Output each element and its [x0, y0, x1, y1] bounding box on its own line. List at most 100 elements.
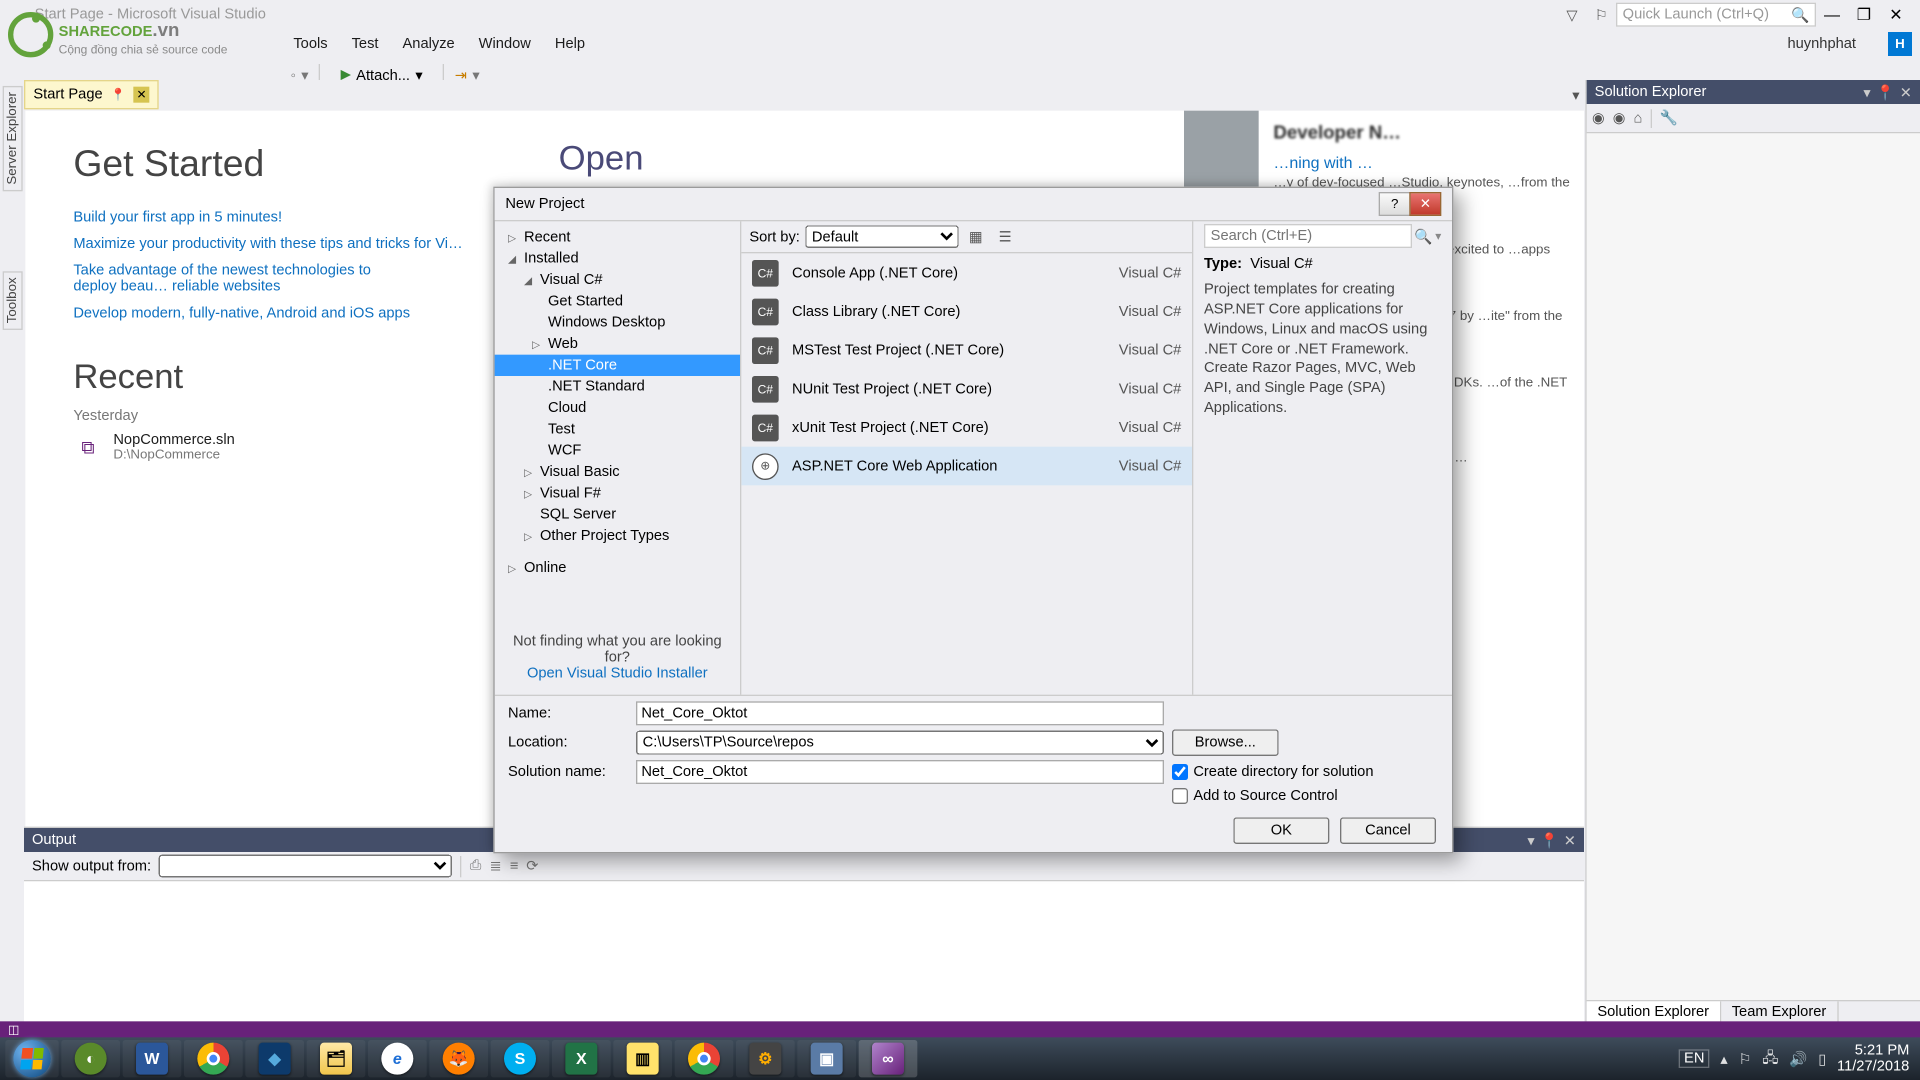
template-row[interactable]: C#MSTest Test Project (.NET Core)Visual …	[741, 331, 1192, 370]
tree-test[interactable]: Test	[495, 419, 740, 440]
tray-flag-icon[interactable]: ⚐	[1738, 1050, 1751, 1067]
browse-button[interactable]: Browse...	[1172, 729, 1279, 756]
recent-project[interactable]: ⧉ NopCommerce.sln D:\NopCommerce	[73, 432, 462, 463]
create-dir-checkbox[interactable]	[1172, 764, 1188, 780]
tree-windows-desktop[interactable]: Windows Desktop	[495, 312, 740, 333]
template-row[interactable]: C#Class Library (.NET Core)Visual C#	[741, 292, 1192, 331]
start-button[interactable]	[5, 1040, 58, 1077]
tree-net-core[interactable]: .NET Core	[495, 355, 740, 376]
menu-tools[interactable]: Tools	[293, 33, 327, 54]
taskbar-ie[interactable]: e	[368, 1040, 427, 1077]
pin-icon[interactable]: 📍	[1876, 83, 1894, 100]
add-scc-checkbox[interactable]	[1172, 788, 1188, 804]
output-toolbar-icon[interactable]: ≣	[489, 857, 501, 874]
solution-name-input[interactable]	[636, 760, 1164, 784]
pin-icon[interactable]: 📍	[1540, 831, 1558, 848]
taskbar-excel[interactable]: X	[552, 1040, 611, 1077]
tree-installed[interactable]: ◢Installed	[495, 248, 740, 269]
taskbar-chrome[interactable]	[675, 1040, 734, 1077]
output-toolbar-icon[interactable]: ≡	[510, 858, 519, 874]
tree-vcsharp[interactable]: ◢Visual C#	[495, 269, 740, 290]
tab-close-icon[interactable]: ✕	[134, 87, 150, 103]
search-icon[interactable]: 🔍	[1414, 227, 1432, 244]
location-select[interactable]: C:\Users\TP\Source\repos	[636, 731, 1164, 755]
project-name-input[interactable]	[636, 701, 1164, 725]
toolbox-tab[interactable]: Toolbox	[2, 271, 22, 330]
link-item[interactable]: Take advantage of the newest technologie…	[73, 263, 393, 295]
taskbar-app[interactable]: ◐	[61, 1040, 120, 1077]
tab-start-page[interactable]: Start Page 📍 ✕	[24, 80, 159, 109]
template-row[interactable]: ⊕ASP.NET Core Web ApplicationVisual C#	[741, 447, 1192, 486]
template-row[interactable]: C#Console App (.NET Core)Visual C#	[741, 253, 1192, 292]
taskbar-app[interactable]: ⚙	[736, 1040, 795, 1077]
open-installer-link[interactable]: Open Visual Studio Installer	[500, 665, 735, 681]
notifications-icon[interactable]: ▽	[1560, 3, 1584, 27]
menu-analyze[interactable]: Analyze	[402, 33, 454, 54]
template-row[interactable]: C#NUnit Test Project (.NET Core)Visual C…	[741, 369, 1192, 408]
taskbar-notes[interactable]: ▥	[613, 1040, 672, 1077]
sort-by-select[interactable]: Default	[805, 225, 958, 248]
taskbar-word[interactable]: W	[123, 1040, 182, 1077]
template-search-input[interactable]	[1204, 224, 1412, 248]
home-icon[interactable]: ⌂	[1634, 110, 1643, 126]
tray-network-icon[interactable]: 🖧	[1762, 1046, 1778, 1071]
quick-launch-input[interactable]: Quick Launch (Ctrl+Q) 🔍	[1616, 3, 1816, 27]
template-row[interactable]: C#xUnit Test Project (.NET Core)Visual C…	[741, 408, 1192, 447]
menu-help[interactable]: Help	[555, 33, 585, 54]
menu-test[interactable]: Test	[352, 33, 379, 54]
close-icon[interactable]: ✕	[1564, 831, 1576, 848]
close-icon[interactable]: ✕	[1900, 83, 1912, 100]
tree-recent[interactable]: ▷Recent	[495, 227, 740, 248]
dialog-close-button[interactable]: ✕	[1409, 192, 1441, 216]
taskbar-clock[interactable]: 5:21 PM 11/27/2018	[1837, 1043, 1909, 1075]
output-toolbar-icon[interactable]: ⟳	[526, 857, 538, 874]
tray-volume-icon[interactable]: 🔊	[1789, 1050, 1807, 1067]
tab-overflow-icon[interactable]: ▾	[1567, 80, 1586, 109]
cancel-button[interactable]: Cancel	[1340, 817, 1436, 844]
taskbar-app[interactable]: ▣	[797, 1040, 856, 1077]
tree-vb[interactable]: ▷Visual Basic	[495, 461, 740, 482]
tree-wcf[interactable]: WCF	[495, 440, 740, 461]
tree-vfsharp[interactable]: ▷Visual F#	[495, 483, 740, 504]
tray-icon[interactable]: ▯	[1818, 1050, 1826, 1067]
taskbar-chrome[interactable]	[184, 1040, 243, 1077]
taskbar-skype[interactable]: S	[491, 1040, 550, 1077]
view-icons-icon[interactable]: ▦	[964, 225, 988, 249]
tree-cloud[interactable]: Cloud	[495, 397, 740, 418]
tree-get-started[interactable]: Get Started	[495, 291, 740, 312]
tree-web[interactable]: ▷Web	[495, 333, 740, 354]
tree-sql[interactable]: SQL Server	[495, 504, 740, 525]
taskbar-firefox[interactable]: 🦊	[429, 1040, 488, 1077]
link-item[interactable]: Build your first app in 5 minutes!	[73, 209, 462, 225]
test-icon: C#	[752, 414, 779, 441]
account-name[interactable]: huynhphat	[1787, 33, 1856, 54]
ok-button[interactable]: OK	[1233, 817, 1329, 844]
dialog-help-button[interactable]: ?	[1379, 192, 1411, 216]
back-icon[interactable]: ◉	[1592, 109, 1605, 126]
wrench-icon[interactable]: 🔧	[1660, 109, 1678, 126]
link-item[interactable]: Develop modern, fully-native, Android an…	[73, 305, 462, 321]
tree-online[interactable]: ▷Online	[495, 557, 740, 578]
forward-icon[interactable]: ◉	[1613, 109, 1626, 126]
output-source-select[interactable]	[159, 855, 452, 878]
tray-chevron-icon[interactable]: ▴	[1720, 1050, 1727, 1067]
taskbar-explorer[interactable]: 🗂	[307, 1040, 366, 1077]
menu-window[interactable]: Window	[479, 33, 531, 54]
feedback-icon[interactable]: ⚐	[1589, 3, 1613, 27]
pin-icon[interactable]: 📍	[111, 87, 126, 102]
tree-other[interactable]: ▷Other Project Types	[495, 525, 740, 546]
panel-menu-icon[interactable]: ▾	[1863, 83, 1870, 100]
tree-net-standard[interactable]: .NET Standard	[495, 376, 740, 397]
restore-button[interactable]: ❐	[1848, 1, 1880, 28]
avatar[interactable]: H	[1888, 32, 1912, 56]
minimize-button[interactable]: —	[1816, 1, 1848, 28]
language-indicator[interactable]: EN	[1679, 1049, 1710, 1068]
link-item[interactable]: Maximize your productivity with these ti…	[73, 236, 462, 252]
taskbar-vs[interactable]: ∞	[859, 1040, 918, 1077]
output-toolbar-icon[interactable]: ⎙	[470, 857, 482, 874]
close-button[interactable]: ✕	[1880, 1, 1912, 28]
view-list-icon[interactable]: ☰	[993, 225, 1017, 249]
panel-menu-icon[interactable]: ▾	[1527, 831, 1534, 848]
taskbar-app[interactable]: ◆	[245, 1040, 304, 1077]
server-explorer-tab[interactable]: Server Explorer	[2, 85, 22, 191]
